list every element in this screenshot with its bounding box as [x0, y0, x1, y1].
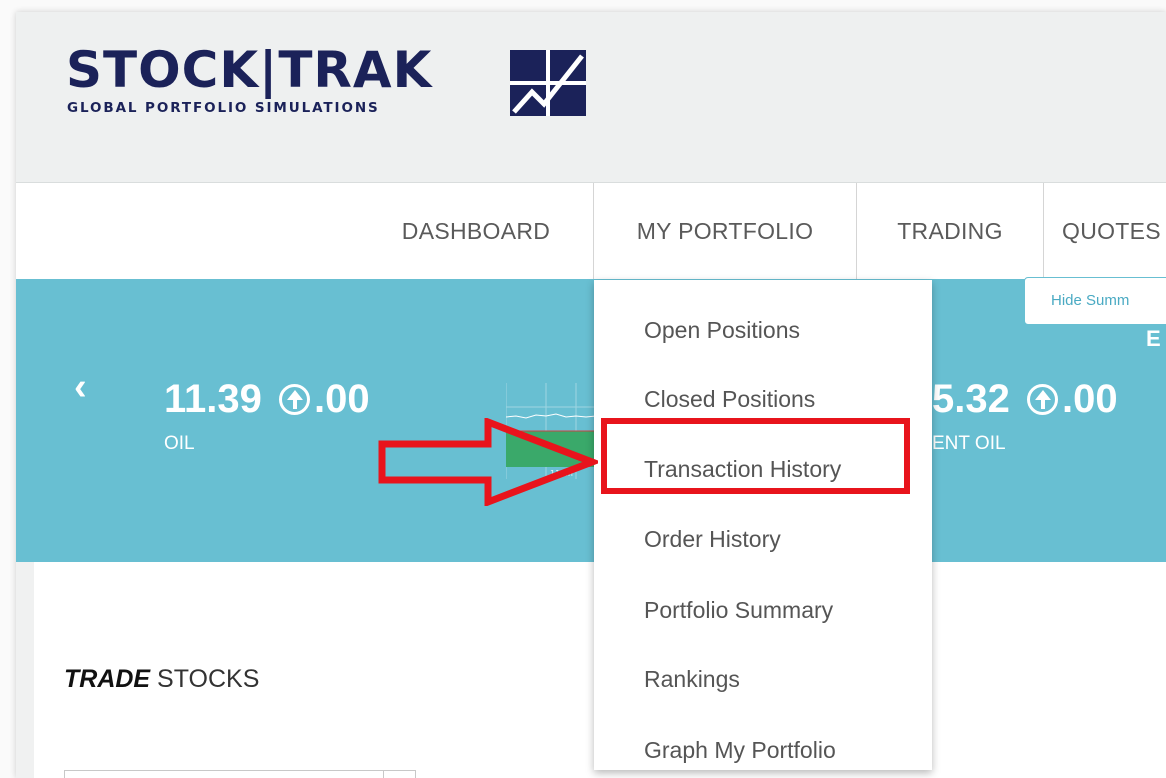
- ticker-symbol: OIL: [164, 433, 195, 454]
- menu-item-rankings[interactable]: Rankings: [644, 659, 740, 699]
- main-nav: DASHBOARD MY PORTFOLIO TRADING QUOTES: [16, 183, 1166, 279]
- symbol-input[interactable]: [64, 770, 416, 778]
- menu-item-closed-positions[interactable]: Closed Positions: [644, 379, 815, 419]
- ticker-item-oil[interactable]: 11.39 .00: [164, 377, 370, 422]
- nav-divider: [1043, 183, 1044, 279]
- menu-item-graph-my-portfolio[interactable]: Graph My Portfolio: [644, 730, 836, 770]
- arrow-up-circle-icon: [1026, 384, 1058, 415]
- ticker-change: .00: [1061, 377, 1118, 421]
- heading-rest: STOCKS: [150, 665, 260, 693]
- menu-item-open-positions[interactable]: Open Positions: [644, 310, 800, 350]
- nav-quotes[interactable]: QUOTES: [1062, 183, 1166, 279]
- logo-wordmark: STOCK|TRAK: [66, 41, 433, 99]
- header-bar: STOCK|TRAK GLOBAL PORTFOLIO SIMULATIONS: [16, 12, 1166, 183]
- menu-item-portfolio-summary[interactable]: Portfolio Summary: [644, 590, 833, 630]
- arrow-up-circle-icon: [279, 384, 311, 415]
- my-portfolio-dropdown: Open Positions Closed Positions Transact…: [594, 280, 932, 770]
- ticker-price: 5.32: [932, 377, 1010, 421]
- menu-item-order-history[interactable]: Order History: [644, 519, 781, 559]
- nav-trading[interactable]: TRADING: [857, 183, 1043, 279]
- chevron-left-icon[interactable]: ‹: [74, 367, 104, 407]
- hide-summary-button[interactable]: Hide Summ: [1024, 277, 1166, 325]
- ticker-edge-label: E: [1146, 326, 1161, 351]
- ticker-change: .00: [314, 377, 370, 421]
- heading-bold: TRADE: [64, 665, 151, 693]
- trade-stocks-heading: TRADE STOCKS: [64, 665, 259, 694]
- content-left-gutter: [16, 562, 34, 778]
- menu-item-transaction-history[interactable]: Transaction History: [644, 449, 841, 489]
- ticker-item-brent-oil[interactable]: 5.32 .00: [932, 377, 1118, 422]
- logo-mark-icon: [510, 50, 586, 116]
- logo-tagline: GLOBAL PORTFOLIO SIMULATIONS: [67, 100, 380, 116]
- stocktrak-logo[interactable]: STOCK|TRAK GLOBAL PORTFOLIO SIMULATIONS: [66, 41, 596, 124]
- red-arrow-icon: [378, 418, 598, 506]
- app-window: STOCK|TRAK GLOBAL PORTFOLIO SIMULATIONS …: [16, 12, 1166, 778]
- ticker-symbol: ENT OIL: [932, 433, 1006, 454]
- ticker-price: 11.39: [164, 377, 262, 421]
- nav-my-portfolio[interactable]: MY PORTFOLIO: [594, 183, 856, 279]
- nav-dashboard[interactable]: DASHBOARD: [376, 183, 576, 279]
